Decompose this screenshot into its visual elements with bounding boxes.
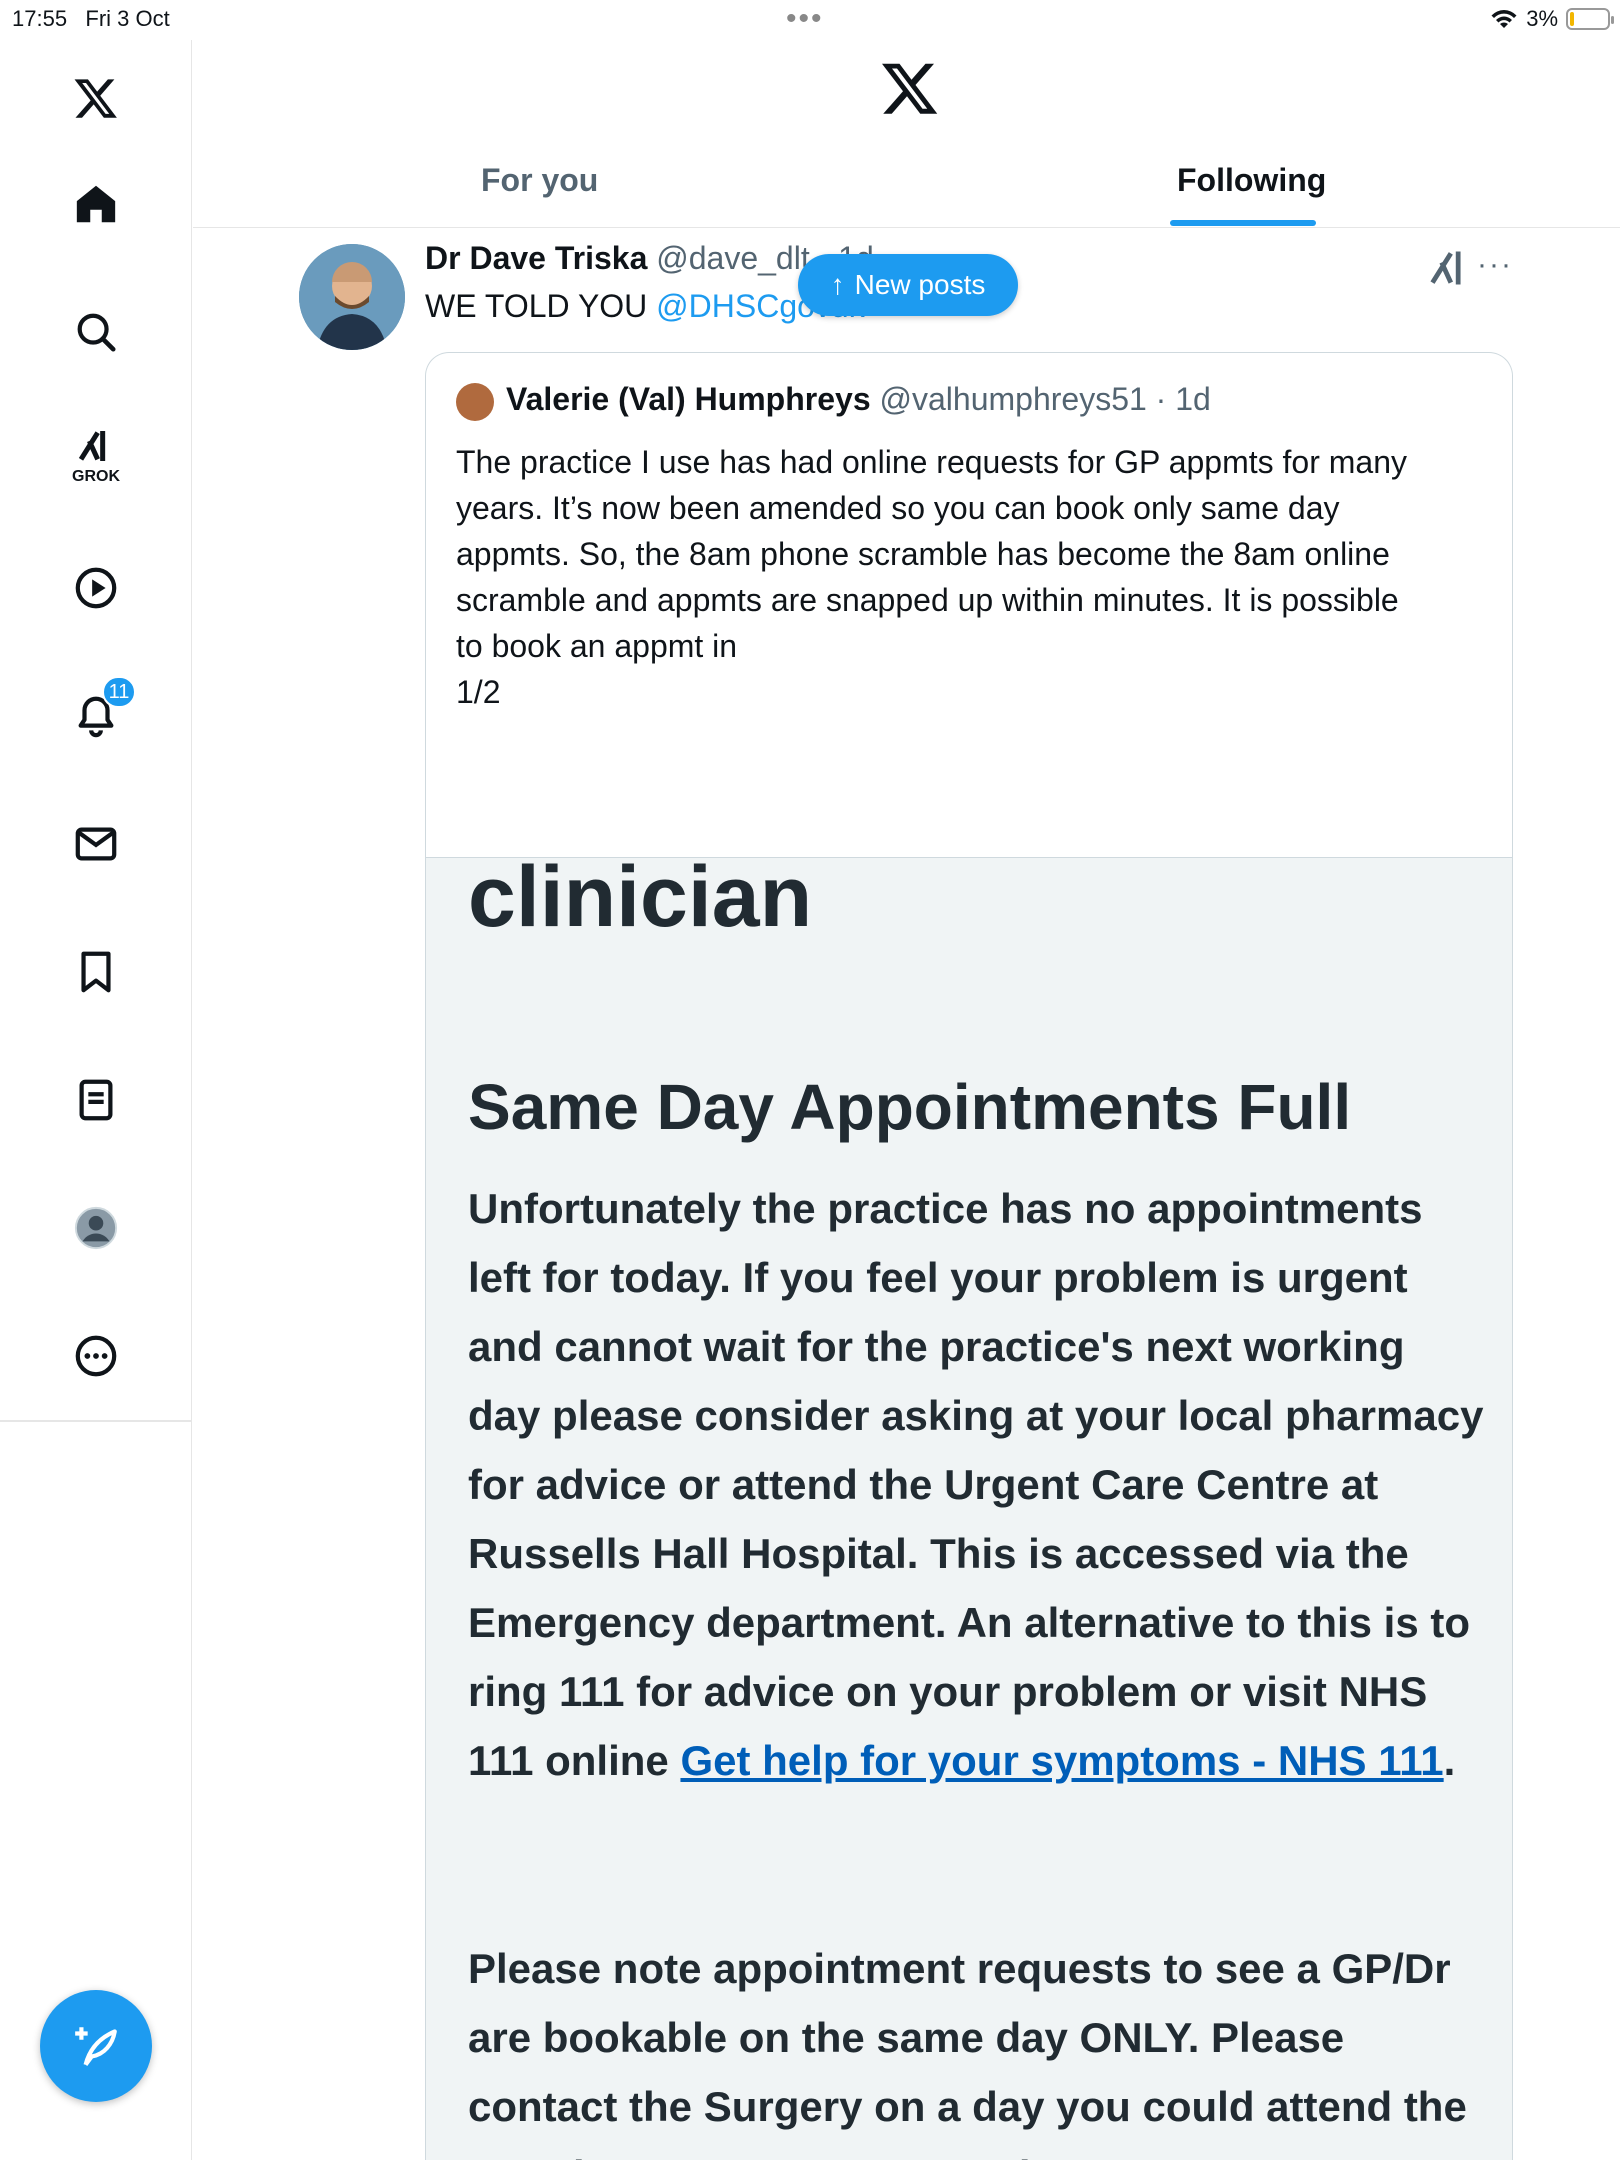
author-name[interactable]: Dr Dave Triska bbox=[425, 240, 647, 276]
battery-percent: 3% bbox=[1526, 6, 1558, 31]
status-time: 17:55 Fri 3 Oct bbox=[12, 6, 170, 31]
messages-envelope-icon[interactable] bbox=[60, 808, 132, 880]
quoted-author[interactable]: Valerie (Val) Humphreys @valhumphreys51 … bbox=[506, 381, 1211, 418]
tab-for-you[interactable]: For you bbox=[481, 162, 598, 199]
x-logo-icon[interactable] bbox=[60, 62, 132, 134]
quoted-text-line: The practice I use has had online reques… bbox=[456, 444, 1408, 480]
post-more-icon[interactable]: ··· bbox=[1477, 248, 1513, 282]
image-paragraph-2: Please note appointment requests to see … bbox=[468, 1945, 1467, 2160]
notifications-bell-icon[interactable]: 11 bbox=[60, 676, 136, 752]
search-icon[interactable] bbox=[60, 296, 132, 368]
quoted-author-handle: @valhumphreys51 · 1d bbox=[879, 381, 1211, 417]
wifi-icon bbox=[1491, 10, 1517, 28]
sidebar-divider bbox=[0, 1420, 192, 1422]
post[interactable]: Dr Dave Triska @dave_dlt · 1d WE TOLD YO… bbox=[193, 228, 1620, 2160]
compose-post-button[interactable] bbox=[40, 1990, 152, 2102]
active-tab-indicator bbox=[1170, 220, 1316, 226]
compose-feather-icon bbox=[75, 2027, 117, 2066]
grok-explain-icon[interactable] bbox=[1427, 246, 1471, 290]
sidebar-nav: GROK 11 bbox=[0, 40, 192, 2160]
quoted-author-avatar[interactable] bbox=[456, 383, 494, 421]
grok-label: GROK bbox=[72, 468, 120, 485]
quoted-text-line: scramble and appmts are snapped up withi… bbox=[456, 582, 1399, 618]
multitasking-dots[interactable]: ••• bbox=[786, 2, 824, 36]
lists-icon[interactable] bbox=[60, 1064, 132, 1136]
status-bar: 17:55 Fri 3 Oct ••• 3% bbox=[0, 0, 1620, 40]
quoted-text-line: 1/2 bbox=[456, 674, 501, 710]
image-paragraph-1: Unfortunately the practice has no appoin… bbox=[468, 1185, 1484, 1784]
more-icon[interactable] bbox=[60, 1320, 132, 1392]
quoted-post-text: The practice I use has had online reques… bbox=[456, 439, 1486, 715]
image-nhs-link: Get help for your symptoms - NHS 111 bbox=[680, 1737, 1444, 1784]
new-posts-button[interactable]: ↑ New posts bbox=[798, 254, 1018, 316]
profile-avatar-icon[interactable] bbox=[60, 1192, 132, 1264]
arrow-up-icon: ↑ bbox=[830, 269, 845, 300]
home-icon[interactable] bbox=[60, 168, 132, 240]
header-x-logo-icon[interactable] bbox=[880, 58, 940, 118]
bookmark-icon[interactable] bbox=[60, 936, 132, 1008]
post-body: WE TOLD YOU bbox=[425, 288, 657, 324]
status-right: 3% bbox=[1490, 6, 1614, 32]
tab-following[interactable]: Following bbox=[1177, 162, 1326, 199]
battery-icon bbox=[1566, 8, 1614, 30]
quoted-post[interactable]: Valerie (Val) Humphreys @valhumphreys51 … bbox=[425, 352, 1513, 2160]
quoted-author-name: Valerie (Val) Humphreys bbox=[506, 381, 871, 417]
quoted-post-image[interactable]: clinician Same Day Appointments Full Unf… bbox=[426, 849, 1512, 2160]
quoted-text-line: years. It’s now been amended so you can … bbox=[456, 490, 1340, 526]
video-play-icon[interactable] bbox=[60, 552, 132, 624]
timeline-tabs: For you Following bbox=[193, 140, 1620, 228]
image-heading: Same Day Appointments Full bbox=[468, 1071, 1352, 1143]
author-avatar[interactable] bbox=[299, 244, 405, 350]
quoted-text-line: appmts. So, the 8am phone scramble has b… bbox=[456, 536, 1390, 572]
grok-icon[interactable]: GROK bbox=[60, 420, 132, 492]
notifications-badge: 11 bbox=[102, 676, 136, 708]
image-heading-clinician: clinician bbox=[468, 849, 813, 945]
new-posts-label: New posts bbox=[854, 269, 986, 300]
quoted-text-line: to book an appmt in bbox=[456, 628, 738, 664]
